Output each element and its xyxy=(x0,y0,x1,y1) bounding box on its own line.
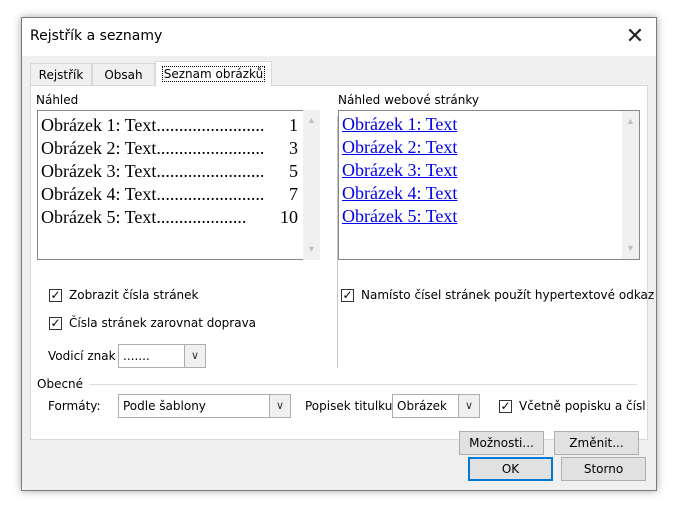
tab-leader-select[interactable]: ....... ∨ xyxy=(118,344,206,368)
tab-label: Obsah xyxy=(104,68,143,82)
formats-value: Podle šablony xyxy=(123,399,206,413)
preview-item-page: 5 xyxy=(289,161,298,181)
chevron-down-icon[interactable]: ∨ xyxy=(269,395,290,417)
include-label-label: Včetně popisku a čísl xyxy=(519,399,646,413)
chevron-down-icon[interactable]: ∨ xyxy=(458,395,479,417)
tab-leader-label: Vodicí znak xyxy=(48,349,116,363)
preview-item-text: Obrázek 1: Text xyxy=(41,115,157,135)
caption-value: Obrázek xyxy=(397,399,447,413)
preview-item-text: Obrázek 5: Text xyxy=(41,207,157,227)
preview-item-page: 10 xyxy=(280,207,298,227)
use-hyperlinks-label: Namísto čísel stránek použít hypertextov… xyxy=(361,288,655,302)
web-preview-link[interactable]: Obrázek 3: Text xyxy=(342,159,457,182)
scroll-down-icon[interactable]: ▼ xyxy=(307,245,316,254)
tab-rejstrik[interactable]: Rejstřík xyxy=(30,63,92,85)
preview-item-page: 1 xyxy=(289,115,298,135)
tab-leader-value: ....... xyxy=(123,349,150,363)
preview-item-page: 7 xyxy=(289,184,298,204)
dialog-window: Rejstřík a seznamy ✕ Rejstřík Obsah Sezn… xyxy=(21,17,657,491)
tab-label: Rejstřík xyxy=(38,68,84,82)
close-icon[interactable]: ✕ xyxy=(622,24,648,50)
print-preview-box: Obrázek 1: Text........................ 1… xyxy=(37,110,319,260)
caption-select[interactable]: Obrázek ∨ xyxy=(392,394,480,418)
scroll-up-icon[interactable]: ▲ xyxy=(626,117,635,126)
scroll-up-icon[interactable]: ▲ xyxy=(307,116,316,125)
title-bar: Rejstřík a seznamy ✕ xyxy=(22,18,656,56)
web-preview-link[interactable]: Obrázek 2: Text xyxy=(342,136,457,159)
caption-label: Popisek titulku xyxy=(305,399,393,413)
general-divider xyxy=(89,384,637,385)
preview-row: Obrázek 1: Text........................ 1 xyxy=(41,114,298,137)
dot-leader: ........................ xyxy=(156,184,265,204)
tab-panel: Náhled Obrázek 1: Text..................… xyxy=(30,85,654,455)
modify-button[interactable]: Změnit... xyxy=(554,431,639,455)
preview-row: Obrázek 5: Text.................... 10 xyxy=(41,206,298,229)
section-divider xyxy=(337,116,338,368)
dot-leader: .................... xyxy=(156,207,247,227)
web-preview-link[interactable]: Obrázek 4: Text xyxy=(342,182,457,205)
web-preview-box: Obrázek 1: Text Obrázek 2: Text Obrázek … xyxy=(338,110,640,260)
show-page-numbers-label: Zobrazit čísla stránek xyxy=(69,288,199,302)
cancel-button[interactable]: Storno xyxy=(561,457,646,481)
dialog-title: Rejstřík a seznamy xyxy=(30,28,163,44)
chevron-down-icon[interactable]: ∨ xyxy=(184,345,205,367)
preview-item-text: Obrázek 2: Text xyxy=(41,138,157,158)
web-preview-scrollbar[interactable]: ▲ ▼ xyxy=(622,111,639,259)
print-preview-scrollbar[interactable]: ▲ ▼ xyxy=(303,110,320,260)
formats-select[interactable]: Podle šablony ∨ xyxy=(118,394,291,418)
show-page-numbers-checkbox[interactable]: ✓ xyxy=(49,289,62,302)
right-align-checkbox[interactable]: ✓ xyxy=(49,317,62,330)
dot-leader: ........................ xyxy=(156,138,265,158)
print-preview-label: Náhled xyxy=(36,93,79,107)
right-align-label: Čísla stránek zarovnat doprava xyxy=(69,316,257,330)
preview-row: Obrázek 3: Text........................ 5 xyxy=(41,160,298,183)
ok-button[interactable]: OK xyxy=(468,457,553,481)
use-hyperlinks-checkbox[interactable]: ✓ xyxy=(341,289,354,302)
preview-row: Obrázek 2: Text........................ 3 xyxy=(41,137,298,160)
web-preview-link[interactable]: Obrázek 1: Text xyxy=(342,113,457,136)
preview-item-page: 3 xyxy=(289,138,298,158)
web-preview-label: Náhled webové stránky xyxy=(338,93,480,107)
scroll-down-icon[interactable]: ▼ xyxy=(626,244,635,253)
tab-label: Seznam obrázků xyxy=(161,66,266,82)
tab-obsah[interactable]: Obsah xyxy=(92,63,155,85)
options-button[interactable]: Možnosti... xyxy=(459,431,544,455)
dot-leader: ........................ xyxy=(156,115,265,135)
general-section-label: Obecné xyxy=(37,377,84,391)
tab-seznam-obrazku[interactable]: Seznam obrázků xyxy=(155,61,272,87)
dot-leader: ........................ xyxy=(156,161,265,181)
preview-item-text: Obrázek 4: Text xyxy=(41,184,157,204)
include-label-checkbox[interactable]: ✓ xyxy=(499,400,512,413)
preview-item-text: Obrázek 3: Text xyxy=(41,161,157,181)
web-preview-link[interactable]: Obrázek 5: Text xyxy=(342,205,457,228)
formats-label: Formáty: xyxy=(48,399,101,413)
preview-row: Obrázek 4: Text........................ 7 xyxy=(41,183,298,206)
